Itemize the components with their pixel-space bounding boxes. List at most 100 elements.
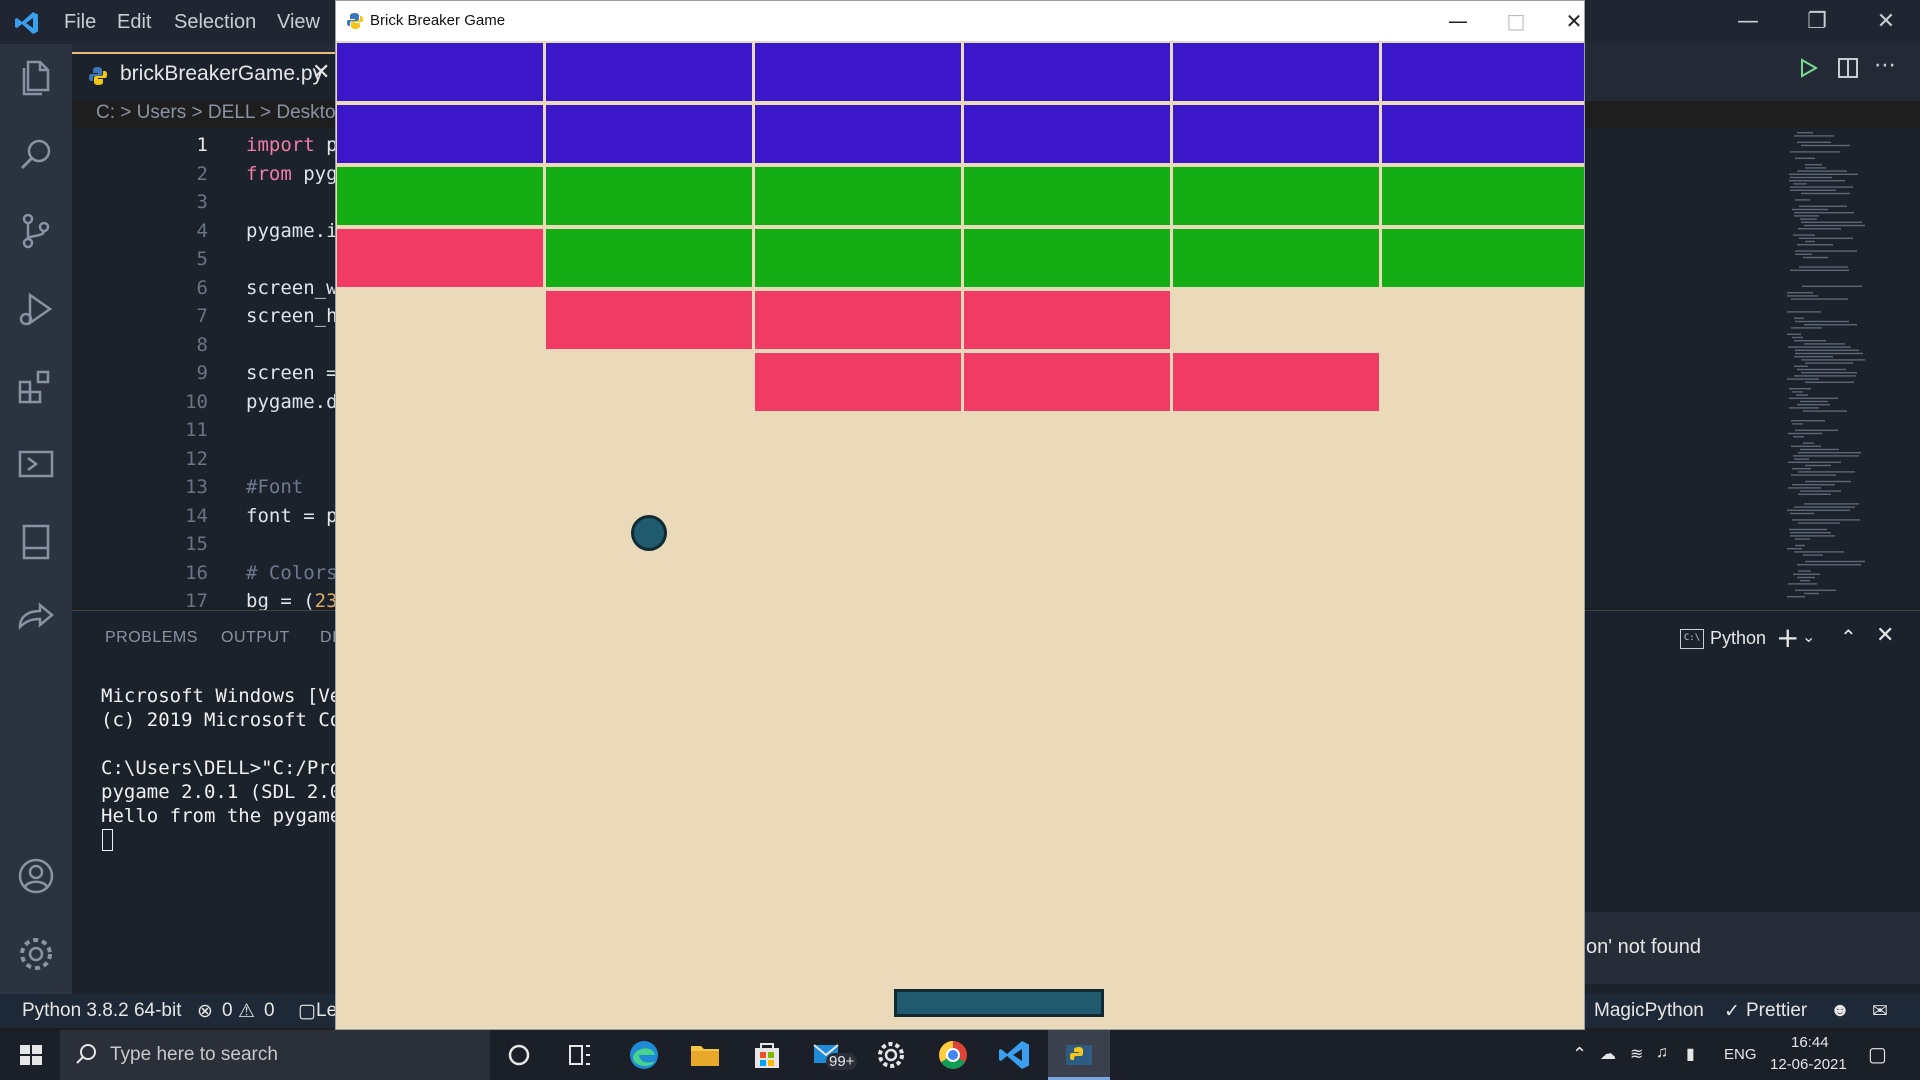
task-view-icon[interactable]: [560, 1037, 598, 1073]
feedback-icon[interactable]: ☻: [1830, 1000, 1850, 1022]
language-mode[interactable]: MagicPython: [1594, 1000, 1704, 1022]
minimap-line: [1798, 471, 1855, 473]
tab-close-icon[interactable]: ✕: [312, 60, 330, 85]
remote-explorer-icon[interactable]: [14, 442, 58, 486]
tray-cloud-icon[interactable]: ☁: [1600, 1044, 1616, 1064]
search-icon[interactable]: [14, 132, 58, 176]
game-canvas[interactable]: [337, 41, 1584, 1029]
chrome-icon[interactable]: [934, 1037, 972, 1073]
minimap-line: [1788, 461, 1841, 463]
error-count[interactable]: 0: [222, 1000, 233, 1022]
cortana-icon[interactable]: [500, 1037, 538, 1073]
terminal-name[interactable]: Python: [1710, 628, 1766, 649]
tray-volume-icon[interactable]: ♫: [1656, 1044, 1668, 1062]
more-actions-icon[interactable]: ⋯: [1874, 55, 1898, 80]
live-share-icon[interactable]: [14, 597, 58, 641]
brick-green: [1382, 229, 1584, 287]
settings-gear-icon[interactable]: [872, 1037, 910, 1073]
warning-icon[interactable]: ⚠: [238, 1000, 255, 1023]
minimap-line: [1795, 352, 1863, 355]
terminal-cursor: [102, 829, 113, 851]
game-window-title: Brick Breaker Game: [370, 12, 506, 29]
status-extra[interactable]: Le: [316, 1000, 337, 1022]
tray-chevron-up-icon[interactable]: ⌃: [1572, 1044, 1587, 1065]
game-maximize-button[interactable]: □: [1496, 7, 1536, 35]
minimap-line: [1788, 583, 1817, 585]
brick-green: [1382, 167, 1584, 225]
prettier-check-icon[interactable]: ✓: [1724, 1000, 1740, 1023]
minimap-line: [1795, 589, 1836, 591]
formatter-status[interactable]: Prettier: [1746, 1000, 1807, 1022]
taskbar-search-box[interactable]: Type here to search: [60, 1030, 490, 1080]
minimap-line: [1801, 192, 1850, 195]
settings-gear-icon[interactable]: [14, 932, 58, 976]
run-debug-icon[interactable]: [14, 287, 58, 331]
minimap-line: [1799, 237, 1853, 239]
python-app-icon[interactable]: [1060, 1037, 1098, 1073]
game-close-button[interactable]: ✕: [1554, 7, 1584, 35]
notebook-icon[interactable]: [14, 520, 58, 564]
maximize-panel-icon[interactable]: ⌃: [1840, 625, 1857, 649]
chevron-down-icon[interactable]: ⌄: [1802, 627, 1815, 646]
minimap-line: [1790, 151, 1840, 153]
menu-edit[interactable]: Edit: [117, 11, 151, 34]
tray-network-icon[interactable]: ≋: [1630, 1044, 1643, 1064]
minimap-line: [1798, 570, 1811, 572]
tray-battery-icon[interactable]: ▮: [1686, 1044, 1695, 1064]
tab-output[interactable]: OUTPUT: [221, 629, 290, 647]
breadcrumb[interactable]: C: > Users > DELL > Deskto: [96, 102, 336, 124]
mail-badge: 99+: [826, 1053, 858, 1070]
brick-blue: [337, 105, 543, 163]
source-control-icon[interactable]: [14, 209, 58, 253]
game-titlebar[interactable]: Brick Breaker Game — □ ✕: [336, 1, 1584, 41]
run-python-file-icon[interactable]: [1796, 56, 1820, 80]
vscode-taskbar-icon[interactable]: [996, 1037, 1034, 1073]
tray-time[interactable]: 16:44: [1791, 1034, 1829, 1051]
minimap-line: [1797, 404, 1830, 406]
tray-date[interactable]: 12-06-2021: [1770, 1056, 1847, 1073]
file-explorer-icon[interactable]: [686, 1037, 724, 1073]
vscode-close-button[interactable]: ✕: [1866, 8, 1906, 36]
vscode-restore-button[interactable]: ❐: [1797, 8, 1837, 36]
status-extra-icon[interactable]: ▢: [298, 1000, 316, 1023]
menu-selection[interactable]: Selection: [174, 11, 256, 34]
menu-view[interactable]: View: [277, 11, 320, 34]
pygame-snake-icon: [346, 12, 364, 30]
minimap-line: [1790, 532, 1831, 534]
line-number: 16: [185, 561, 208, 584]
extensions-icon[interactable]: [14, 364, 58, 408]
brick-red: [1173, 353, 1379, 411]
menu-file[interactable]: File: [64, 11, 96, 34]
minimap[interactable]: [1780, 128, 1900, 608]
game-window[interactable]: Brick Breaker Game — □ ✕: [335, 0, 1585, 1030]
minimap-line: [1791, 474, 1836, 476]
tab-problems[interactable]: PROBLEMS: [105, 629, 198, 647]
vscode-minimize-button[interactable]: —: [1728, 8, 1768, 36]
minimap-line: [1797, 576, 1815, 579]
account-icon[interactable]: [14, 854, 58, 898]
microsoft-store-icon[interactable]: [748, 1037, 786, 1073]
minimap-line: [1805, 381, 1854, 383]
line-number: 11: [185, 419, 208, 441]
python-interpreter[interactable]: Python 3.8.2 64-bit: [22, 1000, 182, 1022]
explorer-icon[interactable]: [14, 56, 58, 100]
tab-brickbreakergame[interactable]: brickBreakerGame.py ✕: [72, 52, 337, 101]
close-panel-icon[interactable]: ✕: [1876, 623, 1894, 648]
minimap-line: [1794, 340, 1826, 342]
minimap-line: [1792, 468, 1811, 470]
minimap-line: [1794, 215, 1819, 217]
game-minimize-button[interactable]: —: [1438, 7, 1478, 35]
minimap-line: [1795, 538, 1810, 540]
action-center-icon[interactable]: ▢: [1868, 1042, 1887, 1067]
windows-start-icon[interactable]: [12, 1037, 50, 1073]
new-terminal-icon[interactable]: +: [1776, 621, 1799, 654]
notification-toast[interactable]: on' not found: [1580, 912, 1920, 984]
edge-browser-icon[interactable]: [625, 1037, 663, 1073]
error-icon[interactable]: ⊗: [197, 1000, 213, 1023]
tray-language[interactable]: ENG: [1724, 1046, 1757, 1063]
minimap-line: [1792, 519, 1860, 521]
terminal-line: pygame 2.0.1 (SDL 2.0: [101, 781, 342, 803]
notifications-bell-icon[interactable]: ✉: [1872, 1000, 1888, 1023]
split-editor-icon[interactable]: [1836, 56, 1860, 80]
warning-count[interactable]: 0: [264, 1000, 275, 1022]
